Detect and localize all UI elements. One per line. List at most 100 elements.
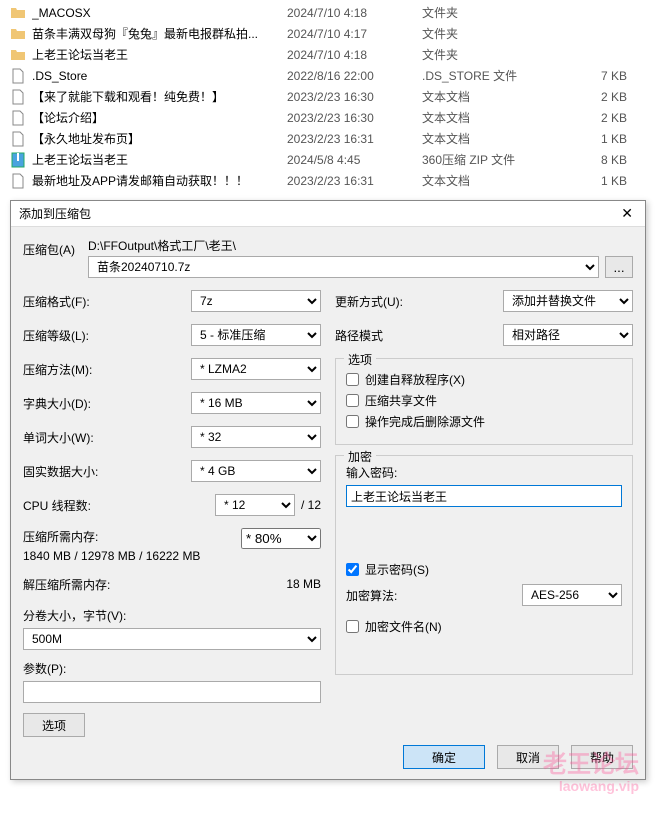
- file-size: 1 KB: [572, 174, 627, 188]
- file-date: 2024/7/10 4:17: [287, 27, 422, 41]
- file-date: 2022/8/16 22:00: [287, 69, 422, 83]
- archive-label: 压缩包(A): [23, 237, 88, 258]
- encnames-checkbox-row[interactable]: 加密文件名(N): [346, 618, 622, 635]
- level-select[interactable]: 5 - 标准压缩: [191, 324, 321, 346]
- delete-checkbox[interactable]: [346, 415, 359, 428]
- browse-button[interactable]: ...: [605, 256, 633, 278]
- pathmode-select[interactable]: 相对路径: [503, 324, 633, 346]
- update-select[interactable]: 添加并替换文件: [503, 290, 633, 312]
- add-to-archive-dialog: 添加到压缩包 ✕ 压缩包(A) D:\FFOutput\格式工厂\老王\ 苗条2…: [10, 200, 646, 780]
- file-name: 最新地址及APP请发邮箱自动获取！！！: [32, 172, 287, 189]
- update-label: 更新方式(U):: [335, 293, 503, 310]
- file-type: 文件夹: [422, 46, 572, 63]
- showpwd-checkbox-row[interactable]: 显示密码(S): [346, 561, 622, 578]
- archive-name-select[interactable]: 苗条20240710.7z: [88, 256, 599, 278]
- param-label: 参数(P):: [23, 660, 321, 677]
- file-size: 7 KB: [572, 69, 627, 83]
- file-row[interactable]: 苗条丰满双母狗『兔兔』最新电报群私拍...2024/7/10 4:17文件夹: [0, 23, 659, 44]
- close-icon[interactable]: ✕: [617, 205, 637, 222]
- encnames-checkbox[interactable]: [346, 620, 359, 633]
- sfx-checkbox[interactable]: [346, 373, 359, 386]
- file-type: .DS_STORE 文件: [422, 67, 572, 84]
- mem-pct-select[interactable]: * 80%: [241, 528, 321, 549]
- word-select[interactable]: * 32: [191, 426, 321, 448]
- cpu-label: CPU 线程数:: [23, 497, 215, 514]
- file-name: 【论坛介绍】: [32, 109, 287, 126]
- algo-label: 加密算法:: [346, 587, 522, 604]
- options-legend: 选项: [344, 351, 376, 368]
- file-date: 2023/2/23 16:30: [287, 90, 422, 104]
- file-date: 2024/5/8 4:45: [287, 153, 422, 167]
- dict-select[interactable]: * 16 MB: [191, 392, 321, 414]
- file-name: _MACOSX: [32, 6, 287, 20]
- dialog-title: 添加到压缩包: [19, 205, 617, 222]
- level-label: 压缩等级(L):: [23, 327, 191, 344]
- file-date: 2023/2/23 16:31: [287, 132, 422, 146]
- file-name: 【来了就能下载和观看！纯免费！】: [32, 88, 287, 105]
- file-name: 【永久地址发布页】: [32, 130, 287, 147]
- file-date: 2024/7/10 4:18: [287, 6, 422, 20]
- mem-decomp-value: 18 MB: [286, 577, 321, 591]
- file-row[interactable]: 【永久地址发布页】2023/2/23 16:31文本文档1 KB: [0, 128, 659, 149]
- format-label: 压缩格式(F):: [23, 293, 191, 310]
- file-type: 文本文档: [422, 109, 572, 126]
- ok-button[interactable]: 确定: [403, 745, 485, 769]
- encrypt-group: 加密 输入密码: 显示密码(S) 加密算法:AES-256 加密文件名(N): [335, 455, 633, 675]
- pwd-label: 输入密码:: [346, 464, 622, 481]
- file-type: 360压缩 ZIP 文件: [422, 151, 572, 168]
- mem-decomp-label: 解压缩所需内存:: [23, 576, 286, 593]
- file-name: 上老王论坛当老王: [32, 46, 287, 63]
- split-label: 分卷大小，字节(V):: [23, 607, 321, 624]
- dialog-titlebar: 添加到压缩包 ✕: [11, 201, 645, 227]
- file-type: 文件夹: [422, 4, 572, 21]
- file-size: 2 KB: [572, 111, 627, 125]
- algo-select[interactable]: AES-256: [522, 584, 622, 606]
- file-date: 2023/2/23 16:30: [287, 111, 422, 125]
- param-input[interactable]: [23, 681, 321, 703]
- showpwd-checkbox[interactable]: [346, 563, 359, 576]
- file-size: 1 KB: [572, 132, 627, 146]
- encrypt-legend: 加密: [344, 448, 376, 465]
- method-select[interactable]: * LZMA2: [191, 358, 321, 380]
- file-name: 苗条丰满双母狗『兔兔』最新电报群私拍...: [32, 25, 287, 42]
- archive-path: D:\FFOutput\格式工厂\老王\: [88, 237, 633, 254]
- file-date: 2024/7/10 4:18: [287, 48, 422, 62]
- file-row[interactable]: 最新地址及APP请发邮箱自动获取！！！2023/2/23 16:31文本文档1 …: [0, 170, 659, 191]
- split-select[interactable]: 500M: [23, 628, 321, 650]
- file-row[interactable]: 上老王论坛当老王2024/7/10 4:18文件夹: [0, 44, 659, 65]
- file-name: 上老王论坛当老王: [32, 151, 287, 168]
- dict-label: 字典大小(D):: [23, 395, 191, 412]
- share-checkbox-row[interactable]: 压缩共享文件: [346, 392, 622, 409]
- method-label: 压缩方法(M):: [23, 361, 191, 378]
- solid-label: 固实数据大小:: [23, 463, 191, 480]
- file-row[interactable]: _MACOSX2024/7/10 4:18文件夹: [0, 2, 659, 23]
- solid-select[interactable]: * 4 GB: [191, 460, 321, 482]
- file-size: 2 KB: [572, 90, 627, 104]
- share-checkbox[interactable]: [346, 394, 359, 407]
- sfx-checkbox-row[interactable]: 创建自释放程序(X): [346, 371, 622, 388]
- file-row[interactable]: 上老王论坛当老王2024/5/8 4:45360压缩 ZIP 文件8 KB: [0, 149, 659, 170]
- file-type: 文本文档: [422, 88, 572, 105]
- cancel-button[interactable]: 取消: [497, 745, 559, 769]
- file-name: .DS_Store: [32, 69, 287, 83]
- options-group: 选项 创建自释放程序(X) 压缩共享文件 操作完成后删除源文件: [335, 358, 633, 445]
- file-row[interactable]: .DS_Store2022/8/16 22:00.DS_STORE 文件7 KB: [0, 65, 659, 86]
- mem-comp-value: 1840 MB / 12978 MB / 16222 MB: [23, 549, 321, 563]
- cpu-total: / 12: [301, 498, 321, 512]
- file-type: 文本文档: [422, 172, 572, 189]
- file-type: 文本文档: [422, 130, 572, 147]
- file-size: 8 KB: [572, 153, 627, 167]
- help-button[interactable]: 帮助: [571, 745, 633, 769]
- mem-comp-label: 压缩所需内存:: [23, 528, 241, 545]
- format-select[interactable]: 7z: [191, 290, 321, 312]
- word-label: 单词大小(W):: [23, 429, 191, 446]
- file-row[interactable]: 【论坛介绍】2023/2/23 16:30文本文档2 KB: [0, 107, 659, 128]
- cpu-select[interactable]: * 12: [215, 494, 295, 516]
- file-type: 文件夹: [422, 25, 572, 42]
- delete-checkbox-row[interactable]: 操作完成后删除源文件: [346, 413, 622, 430]
- pathmode-label: 路径模式: [335, 327, 503, 344]
- file-date: 2023/2/23 16:31: [287, 174, 422, 188]
- password-input[interactable]: [346, 485, 622, 507]
- options-button[interactable]: 选项: [23, 713, 85, 737]
- file-row[interactable]: 【来了就能下载和观看！纯免费！】2023/2/23 16:30文本文档2 KB: [0, 86, 659, 107]
